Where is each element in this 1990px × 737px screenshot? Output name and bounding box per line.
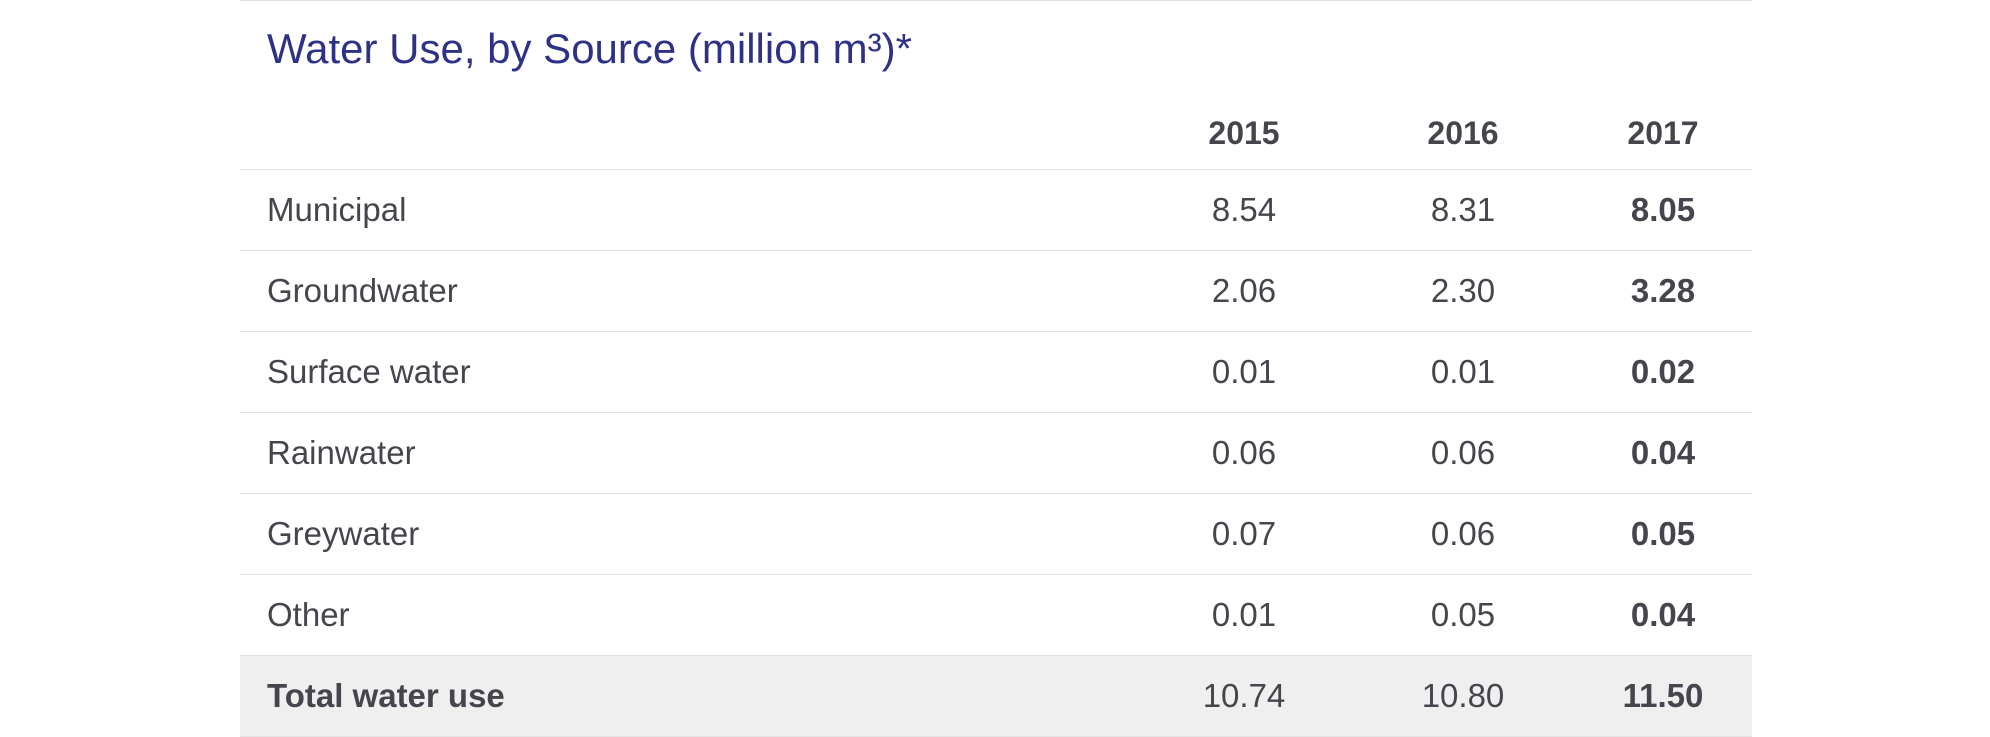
total-value-2016: 10.80: [1352, 655, 1574, 737]
row-value-2017: 0.05: [1574, 493, 1752, 575]
row-label: Greywater: [240, 493, 1136, 575]
row-value-2017: 3.28: [1574, 250, 1752, 332]
table-row: Other 0.01 0.05 0.04: [240, 574, 1752, 656]
row-value-2016: 2.30: [1352, 250, 1574, 332]
row-value-2017: 0.02: [1574, 331, 1752, 413]
table-row: Surface water 0.01 0.01 0.02: [240, 331, 1752, 413]
row-value-2015: 0.06: [1136, 412, 1352, 494]
table-row: Greywater 0.07 0.06 0.05: [240, 493, 1752, 575]
total-row: Total water use 10.74 10.80 11.50: [240, 655, 1752, 737]
table-title: Water Use, by Source (million m³)*: [267, 25, 912, 72]
row-value-2016: 8.31: [1352, 169, 1574, 251]
table-row: Rainwater 0.06 0.06 0.04: [240, 412, 1752, 494]
water-use-panel: Water Use, by Source (million m³)* 2015 …: [240, 0, 1752, 737]
total-value-2017: 11.50: [1574, 655, 1752, 737]
row-label: Other: [240, 574, 1136, 656]
row-value-2015: 8.54: [1136, 169, 1352, 251]
row-value-2015: 0.07: [1136, 493, 1352, 575]
header-year-2016: 2016: [1352, 97, 1574, 170]
row-value-2016: 0.01: [1352, 331, 1574, 413]
row-value-2017: 0.04: [1574, 574, 1752, 656]
row-label: Municipal: [240, 169, 1136, 251]
row-value-2017: 8.05: [1574, 169, 1752, 251]
row-label: Rainwater: [240, 412, 1136, 494]
water-use-table: 2015 2016 2017 Municipal 8.54 8.31 8.05 …: [240, 97, 1752, 737]
row-value-2017: 0.04: [1574, 412, 1752, 494]
table-row: Municipal 8.54 8.31 8.05: [240, 169, 1752, 251]
row-label: Surface water: [240, 331, 1136, 413]
row-value-2016: 0.06: [1352, 493, 1574, 575]
row-label: Groundwater: [240, 250, 1136, 332]
total-value-2015: 10.74: [1136, 655, 1352, 737]
row-value-2015: 0.01: [1136, 574, 1352, 656]
row-value-2016: 0.05: [1352, 574, 1574, 656]
total-label: Total water use: [240, 655, 1136, 737]
table-row: Groundwater 2.06 2.30 3.28: [240, 250, 1752, 332]
row-value-2016: 0.06: [1352, 412, 1574, 494]
header-row: 2015 2016 2017: [240, 97, 1752, 170]
row-value-2015: 0.01: [1136, 331, 1352, 413]
header-label-cell: [240, 97, 1136, 170]
header-year-2017: 2017: [1574, 97, 1752, 170]
row-value-2015: 2.06: [1136, 250, 1352, 332]
header-year-2015: 2015: [1136, 97, 1352, 170]
